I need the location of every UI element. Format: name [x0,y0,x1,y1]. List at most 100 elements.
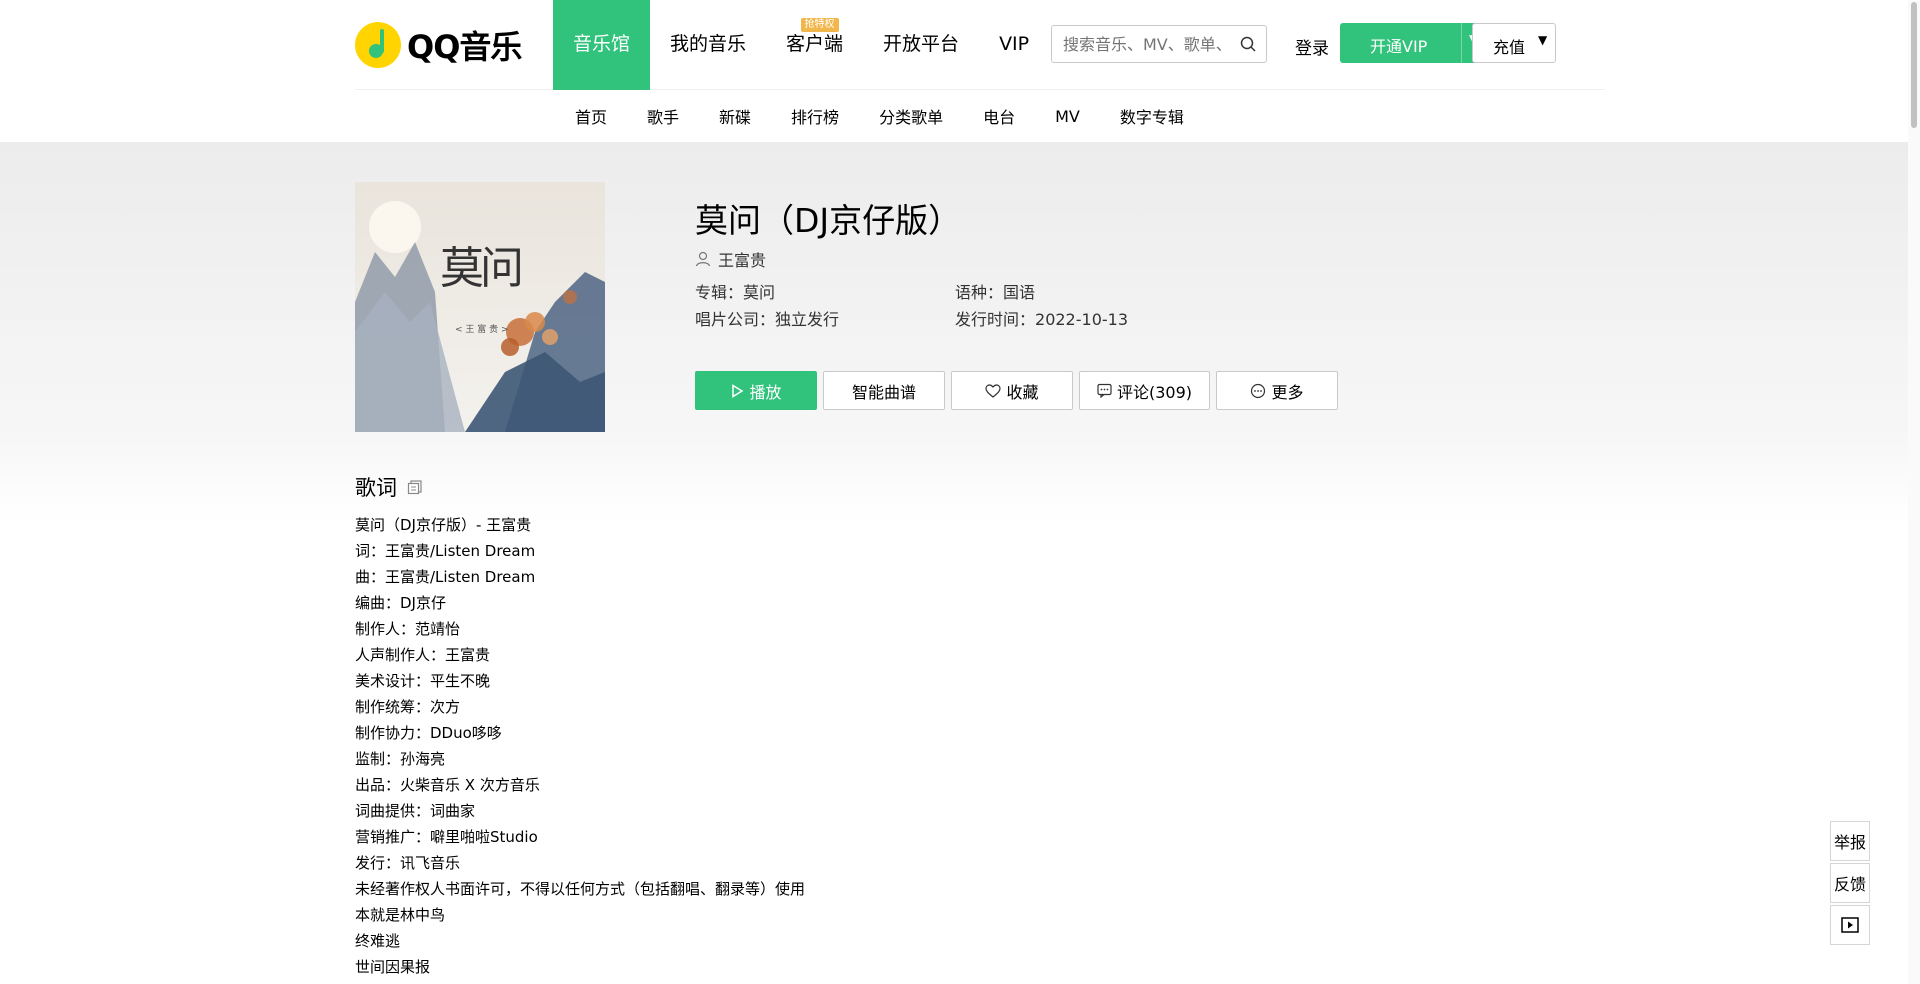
comment-icon [1097,383,1112,398]
lyric-line: 曲：王富贵/Listen Dream [355,568,536,586]
scrollbar-thumb[interactable] [1911,2,1917,128]
recharge-label: 充值 [1493,38,1526,57]
comments-button[interactable]: 评论(309) [1079,371,1210,410]
album-key: 专辑： [695,283,744,302]
company-info: 唱片公司：独立发行 [695,306,839,330]
lyrics-list: 莫问（DJ京仔版）- 王富贵 词：王富贵/Listen Dream 曲：王富贵/… [355,512,805,980]
lyric-line: 编曲：DJ京仔 [355,594,446,612]
lyric-line: 终难逃 [355,932,401,950]
cover-artist-text: < 王 富 贵 > [455,325,509,335]
comments-label: 评论(309) [1116,382,1193,402]
mini-player-button[interactable] [1830,905,1870,945]
nav-label: 我的音乐 [670,33,747,55]
album-cover[interactable]: 莫问 < 王 富 贵 > [355,182,605,432]
search-box [1051,25,1267,63]
language-key: 语种： [955,283,1004,302]
report-label: 举报 [1833,833,1866,852]
feedback-label: 反馈 [1833,875,1866,894]
subnav-playlists[interactable]: 分类歌单 [879,104,943,128]
lyric-line: 发行：讯飞音乐 [355,854,461,872]
lyric-line: 本就是林中鸟 [355,906,446,924]
lyric-line: 词：王富贵/Listen Dream [355,542,536,560]
more-button[interactable]: 更多 [1216,371,1338,410]
recharge-button[interactable]: 充值 ▼ [1472,23,1556,63]
company-value: 独立发行 [775,310,840,329]
lyric-line: 词曲提供：词曲家 [355,802,476,820]
nav-music-hall[interactable]: 音乐馆 [553,0,651,90]
album-link[interactable]: 莫问 [743,283,775,302]
logo-text: QQ音乐 [407,28,522,66]
search-input[interactable] [1052,26,1232,62]
lyric-line: 制作人：范靖怡 [355,620,461,638]
language-value: 国语 [1003,283,1036,302]
copy-icon[interactable] [407,479,423,495]
nav-label: 客户端 [786,33,844,55]
logo[interactable]: QQ音乐 [355,20,522,70]
user-icon [695,251,711,267]
button-divider [1461,23,1462,63]
lyric-line: 未经著作权人书面许可，不得以任何方式（包括翻唱、翻录等）使用 [355,880,806,898]
play-button[interactable]: 播放 [695,371,817,410]
favorite-label: 收藏 [1006,382,1039,402]
nav-label: VIP [999,33,1030,55]
smart-sheet-button[interactable]: 智能曲谱 [823,371,945,410]
song-actions: 播放 智能曲谱 收藏 评论(309) 更多 [695,371,1344,410]
subnav-charts[interactable]: 排行榜 [791,104,839,128]
lyrics-header: 歌词 [355,472,423,502]
report-button[interactable]: 举报 [1830,821,1870,861]
more-icon [1251,383,1266,398]
nav-open-platform[interactable]: 开放平台 [863,0,979,90]
album-info: 专辑：莫问 [695,279,775,303]
subnav-new-albums[interactable]: 新碟 [719,104,751,128]
play-label: 播放 [749,382,782,402]
privilege-badge: 抢特权 [800,18,839,32]
lyric-line: 美术设计：平生不晚 [355,672,491,690]
lyric-line: 出品：火柴音乐 X 次方音乐 [355,776,540,794]
heart-icon [985,383,1002,398]
smart-sheet-label: 智能曲谱 [851,382,916,402]
subnav-mv[interactable]: MV [1055,107,1080,126]
lyric-line: 监制：孙海亮 [355,750,446,768]
release-date: 2022-10-13 [1035,310,1128,329]
singer-name[interactable]: 王富贵 [718,247,766,271]
nav-my-music[interactable]: 我的音乐 [650,0,766,90]
lyric-line: 制作协力：DDuo哆哆 [355,724,502,742]
subnav-radio[interactable]: 电台 [983,104,1015,128]
play-icon [732,383,744,398]
feedback-button[interactable]: 反馈 [1830,863,1870,903]
favorite-button[interactable]: 收藏 [951,371,1073,410]
play-box-icon [1841,917,1859,933]
side-tools: 举报 反馈 [1830,821,1870,947]
subnav-home[interactable]: 首页 [575,104,607,128]
lyric-line: 营销推广：噼里啪啦Studio [355,828,538,846]
lyric-line: 人声制作人：王富贵 [355,646,491,664]
lyric-line: 世间因果报 [355,958,431,976]
lyric-line: 制作统筹：次方 [355,698,461,716]
song-title: 莫问（DJ京仔版） [695,201,962,240]
release-info: 发行时间：2022-10-13 [955,306,1128,330]
nav-vip[interactable]: VIP [979,0,1049,90]
login-link[interactable]: 登录 [1295,34,1329,59]
company-key: 唱片公司： [695,310,776,329]
caret-down-icon: ▼ [1538,33,1548,47]
nav-label: 音乐馆 [573,33,631,55]
language-info: 语种：国语 [955,279,1035,303]
search-icon[interactable] [1240,36,1256,52]
top-nav: 音乐馆 我的音乐 客户端 抢特权 开放平台 VIP [553,0,1049,90]
song-detail: 莫问 < 王 富 贵 > 莫问（DJ京仔版） 王富贵 专辑：莫问 语种：国语 唱… [0,142,1920,984]
subnav-singers[interactable]: 歌手 [647,104,679,128]
subnav-digital-albums[interactable]: 数字专辑 [1120,104,1184,128]
nav-client[interactable]: 客户端 抢特权 [766,0,863,90]
release-key: 发行时间： [955,310,1036,329]
album-cover-art [355,182,605,432]
open-vip-label: 开通VIP [1370,37,1428,56]
header-bar: QQ音乐 音乐馆 我的音乐 客户端 抢特权 开放平台 VIP 登录 开通VIP … [355,0,1605,90]
header: QQ音乐 音乐馆 我的音乐 客户端 抢特权 开放平台 VIP 登录 开通VIP … [0,0,1920,142]
singer[interactable]: 王富贵 [695,247,766,271]
lyrics-heading: 歌词 [355,476,397,500]
nav-label: 开放平台 [883,33,960,55]
sub-nav: 首页 歌手 新碟 排行榜 分类歌单 电台 MV 数字专辑 [0,90,1920,142]
more-label: 更多 [1271,382,1304,402]
cover-title-text: 莫问 [440,243,524,294]
scrollbar[interactable] [1908,0,1920,984]
